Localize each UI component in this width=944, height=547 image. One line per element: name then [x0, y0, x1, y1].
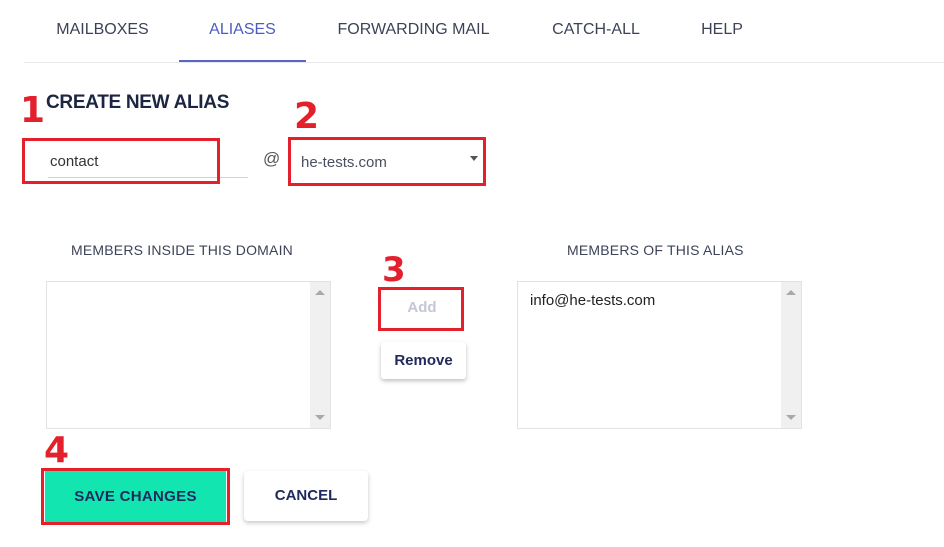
remove-member-button[interactable]: Remove	[381, 342, 466, 379]
at-sign: @	[263, 149, 281, 168]
tab-aliases[interactable]: ALIASES	[179, 0, 306, 62]
annotation-box-4	[41, 468, 230, 525]
tab-help[interactable]: HELP	[701, 0, 743, 61]
alias-members-label: MEMBERS OF THIS ALIAS	[567, 242, 744, 258]
annotation-step-2: 2	[294, 96, 320, 137]
tab-forwarding-mail[interactable]: FORWARDING MAIL	[336, 0, 491, 61]
annotation-box-3	[378, 287, 464, 331]
tab-mailboxes[interactable]: MAILBOXES	[56, 0, 149, 61]
scroll-up-icon[interactable]	[786, 290, 796, 295]
domain-members-list[interactable]	[46, 281, 331, 429]
domain-members-label: MEMBERS INSIDE THIS DOMAIN	[71, 242, 293, 258]
list-item[interactable]: info@he-tests.com	[530, 292, 655, 309]
scrollbar[interactable]	[781, 282, 801, 428]
annotation-step-3: 3	[382, 250, 406, 290]
alias-members-list[interactable]: info@he-tests.com	[517, 281, 802, 429]
annotation-box-1	[22, 138, 220, 184]
scrollbar[interactable]	[310, 282, 330, 428]
scroll-down-icon[interactable]	[315, 415, 325, 420]
annotation-box-2	[288, 137, 486, 186]
annotation-step-1: 1	[20, 90, 46, 131]
tab-bar: MAILBOXES ALIASES FORWARDING MAIL CATCH-…	[24, 0, 944, 63]
cancel-button[interactable]: CANCEL	[244, 471, 368, 521]
scroll-up-icon[interactable]	[315, 290, 325, 295]
annotation-step-4: 4	[44, 430, 70, 471]
scroll-down-icon[interactable]	[786, 415, 796, 420]
section-title: CREATE NEW ALIAS	[46, 92, 230, 113]
tab-catch-all[interactable]: CATCH-ALL	[551, 0, 641, 61]
